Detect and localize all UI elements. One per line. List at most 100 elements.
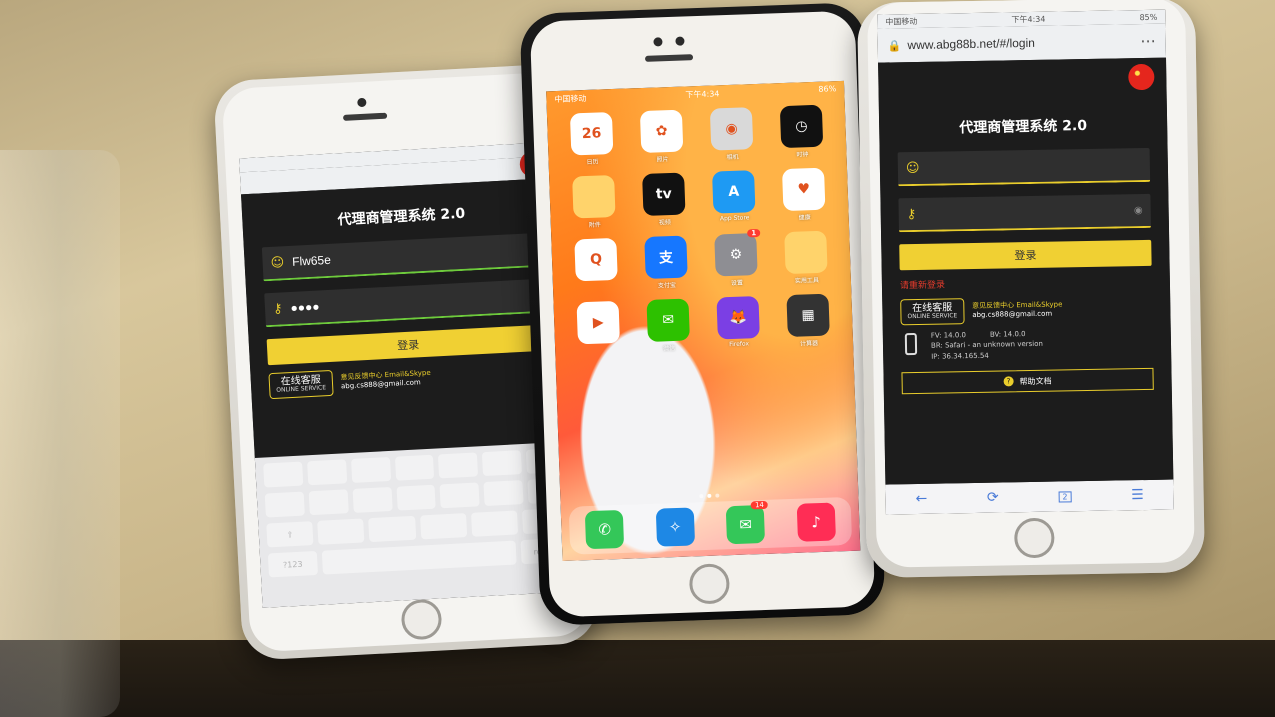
online-service-button[interactable]: 在线客服 ONLINE SERVICE (900, 298, 965, 325)
app-calendar[interactable]: 26 日历 (561, 112, 623, 167)
space-key[interactable] (321, 540, 518, 575)
right-phone-screen: 中国移动 下午4:34 85% 🔒 www.abg88b.net/#/login… (877, 9, 1174, 515)
page-title: 代理商管理系统 2.0 (959, 117, 1088, 137)
login-button[interactable]: 登录 (266, 324, 550, 366)
username-field[interactable]: ☺ Flw65e (261, 232, 546, 282)
app-appletv[interactable]: tv 视频 (633, 172, 695, 227)
key[interactable] (350, 456, 391, 483)
shift-key[interactable]: ⇧ (266, 521, 314, 548)
app-label: 健康 (798, 214, 811, 222)
firefox-icon: 🦊 (716, 296, 760, 340)
app-label: 照片 (656, 156, 669, 164)
time-text: 下午4:34 (1011, 14, 1046, 24)
feedback-info: 意见反馈中心 Email&Skype abg.cs888@gmail.com (340, 368, 431, 391)
user-icon: ☺ (905, 160, 920, 176)
key[interactable] (394, 454, 435, 481)
login-button[interactable]: 登录 (899, 239, 1152, 271)
key[interactable] (317, 518, 365, 545)
right-phone: 中国移动 下午4:34 85% 🔒 www.abg88b.net/#/login… (857, 0, 1205, 578)
page-title: 代理商管理系统 2.0 (337, 205, 466, 229)
key[interactable] (352, 486, 393, 513)
app-settings[interactable]: ⚙ 1 设置 (705, 228, 767, 288)
app-label: App Store (719, 214, 750, 223)
health-icon: ♥ (781, 167, 826, 212)
app-label: Firefox (729, 340, 750, 349)
reload-icon[interactable]: ⟳ (987, 490, 999, 506)
carrier-text: 中国移动 (885, 16, 918, 27)
app-alipay[interactable]: 支支付宝 (635, 235, 697, 290)
app-label: 附件 (588, 221, 601, 229)
password-field[interactable]: ⚷ ●●●● ◉ (264, 278, 548, 328)
app-calculator[interactable]: ▦ 计算器 (777, 293, 839, 348)
key[interactable] (264, 491, 305, 518)
app-label: 日历 (586, 158, 599, 166)
key[interactable] (470, 510, 519, 537)
app-grid: 26 日历 ✿ 照片 ◉ 相机 ◷ 时钟附件 tv 视频 A App Store ♥ 健康 Q 支支付宝 ⚙ 1 设… (547, 98, 854, 362)
app-wechat[interactable]: ✉ 微信 (637, 298, 699, 353)
app-firefox[interactable]: 🦊 Firefox (707, 296, 769, 351)
service-row: 在线客服 ONLINE SERVICE 意见反馈中心 Email&Skype a… (900, 295, 1152, 325)
app-photos[interactable]: ✿ 照片 (631, 109, 693, 164)
key[interactable] (419, 513, 467, 540)
error-message: 请重新登录 (899, 280, 946, 292)
calculator-icon: ▦ (786, 293, 830, 338)
time-text: 下午4:34 (685, 89, 720, 100)
app-label: 实用工具 (794, 276, 820, 285)
help-docs-button[interactable]: ? 帮助文档 (901, 367, 1154, 395)
more-icon[interactable]: ··· (1140, 31, 1156, 50)
key[interactable] (396, 484, 437, 511)
camera-icon: ◉ (709, 107, 754, 151)
appletv-icon: tv (642, 172, 686, 216)
tabs-icon[interactable]: 2 (1058, 490, 1072, 503)
app-appstore[interactable]: A App Store (703, 170, 765, 225)
feedback-email[interactable]: abg.cs888@gmail.com (972, 309, 1062, 320)
online-service-button[interactable]: 在线客服 ONLINE SERVICE (268, 369, 334, 399)
app-folder[interactable]: 附件 (563, 175, 625, 230)
notification-badge: 14 (750, 500, 769, 510)
safari-icon[interactable]: ✧ (655, 507, 695, 547)
back-arrow-icon[interactable]: ← (915, 491, 927, 507)
feedback-info: 意见反馈中心 Email&Skype abg.cs888@gmail.com (972, 300, 1063, 320)
middle-phone: 中国移动 下午4:34 86% 26 日历 ✿ 照片 ◉ 相机 ◷ 时钟附件 tv 视频 A App … (519, 2, 886, 626)
fv-text: FV: 14.0.0 (930, 330, 966, 340)
key[interactable] (439, 482, 480, 509)
app-youtube[interactable]: ▶ (568, 300, 630, 356)
key[interactable] (306, 459, 347, 486)
language-flag-icon[interactable] (1128, 63, 1155, 91)
key[interactable] (368, 515, 416, 543)
key[interactable] (482, 450, 523, 477)
utilities-icon (784, 230, 828, 275)
login-panel: 代理商管理系统 2.0 ☺ ⚷ ◉ 登录 请重新登录 在线客服 ONLINE S… (878, 57, 1174, 485)
app-qq[interactable]: Q (565, 237, 627, 293)
messages-icon[interactable]: ✉ 14 (725, 500, 769, 545)
key-icon: ⚷ (906, 206, 917, 222)
phone-icon[interactable]: ✆ (585, 509, 625, 550)
username-field[interactable]: ☺ (897, 147, 1151, 187)
key[interactable] (308, 489, 349, 516)
app-label: 视频 (658, 219, 671, 227)
password-value: ●●●● (290, 299, 320, 315)
qq-icon: Q (574, 237, 618, 282)
password-field[interactable]: ⚷ ◉ (898, 193, 1151, 233)
url-text[interactable]: www.abg88b.net/#/login (907, 36, 1035, 52)
browser-url-bar[interactable]: 🔒 www.abg88b.net/#/login ··· (877, 23, 1167, 63)
app-utilities[interactable]: 实用工具 (775, 230, 837, 285)
folder-icon (572, 175, 616, 219)
battery-text: 86% (818, 84, 837, 94)
key[interactable] (438, 452, 479, 479)
carrier-text: 中国移动 (554, 93, 587, 105)
menu-icon[interactable]: ☰ (1131, 487, 1144, 503)
numbers-key[interactable]: ?123 (267, 550, 318, 578)
youtube-icon: ▶ (576, 300, 620, 345)
photos-icon: ✿ (639, 109, 684, 154)
app-label: 支付宝 (657, 281, 677, 290)
music-icon[interactable]: ♪ (796, 502, 836, 542)
app-clock[interactable]: ◷ 时钟 (771, 104, 833, 159)
key[interactable] (263, 461, 304, 488)
app-health[interactable]: ♥ 健康 (773, 167, 835, 222)
key[interactable] (483, 480, 524, 507)
app-camera[interactable]: ◉ 相机 (701, 107, 763, 162)
battery-text: 85% (1139, 12, 1158, 22)
bv-text: BV: 14.0.0 (989, 329, 1026, 339)
eye-icon[interactable]: ◉ (1134, 205, 1143, 216)
